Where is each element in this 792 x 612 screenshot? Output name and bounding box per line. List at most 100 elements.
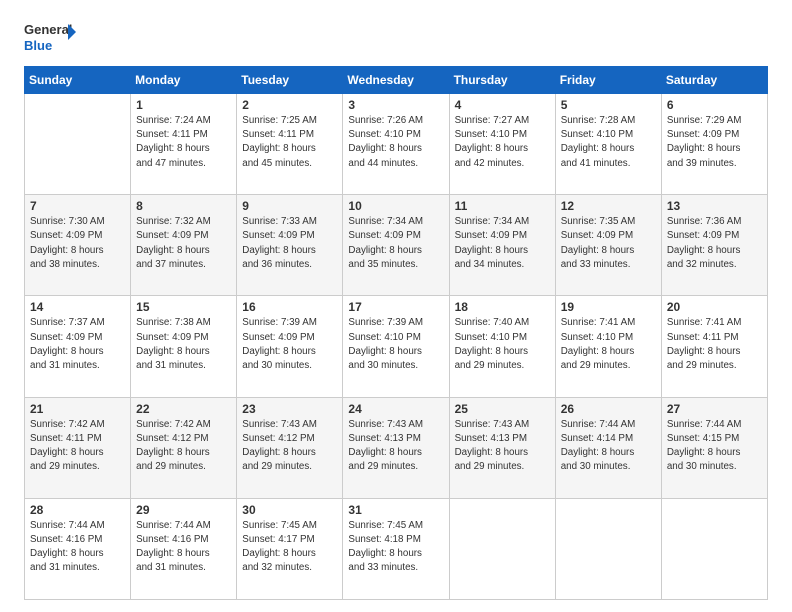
calendar-cell: 22Sunrise: 7:42 AMSunset: 4:12 PMDayligh… bbox=[131, 397, 237, 498]
day-info: Sunrise: 7:45 AMSunset: 4:18 PMDaylight:… bbox=[348, 519, 443, 576]
day-info: Sunrise: 7:28 AMSunset: 4:10 PMDaylight:… bbox=[561, 114, 656, 171]
day-number: 8 bbox=[136, 199, 231, 213]
calendar-cell: 7 Sunrise: 7:30 AMSunset: 4:09 PMDaylight… bbox=[25, 195, 131, 296]
day-number: 31 bbox=[348, 503, 443, 517]
day-number: 13 bbox=[667, 199, 762, 213]
calendar-weekday-header: Friday bbox=[555, 67, 661, 94]
calendar-cell: 14 Sunrise: 7:37 AMSunset: 4:09 PMDayligh… bbox=[25, 296, 131, 397]
day-info: Sunrise: 7:30 AMSunset: 4:09 PMDaylight:… bbox=[30, 215, 125, 272]
calendar-weekday-header: Monday bbox=[131, 67, 237, 94]
calendar-cell: 5 Sunrise: 7:28 AMSunset: 4:10 PMDaylight… bbox=[555, 94, 661, 195]
header: General Blue bbox=[24, 18, 768, 56]
day-number: 14 bbox=[30, 300, 125, 314]
svg-text:Blue: Blue bbox=[24, 38, 52, 53]
calendar-cell: 6 Sunrise: 7:29 AMSunset: 4:09 PMDaylight… bbox=[661, 94, 767, 195]
calendar-cell: 19 Sunrise: 7:41 AMSunset: 4:10 PMDayligh… bbox=[555, 296, 661, 397]
day-number: 20 bbox=[667, 300, 762, 314]
day-info: Sunrise: 7:41 AMSunset: 4:10 PMDaylight:… bbox=[561, 316, 656, 373]
logo: General Blue bbox=[24, 18, 76, 56]
day-info: Sunrise: 7:34 AMSunset: 4:09 PMDaylight:… bbox=[455, 215, 550, 272]
day-number: 25 bbox=[455, 402, 550, 416]
calendar-cell: 1 Sunrise: 7:24 AMSunset: 4:11 PMDaylight… bbox=[131, 94, 237, 195]
day-number: 29 bbox=[136, 503, 231, 517]
calendar-weekday-header: Sunday bbox=[25, 67, 131, 94]
calendar-cell: 27Sunrise: 7:44 AMSunset: 4:15 PMDayligh… bbox=[661, 397, 767, 498]
calendar-header-row: SundayMondayTuesdayWednesdayThursdayFrid… bbox=[25, 67, 768, 94]
day-info: Sunrise: 7:43 AMSunset: 4:13 PMDaylight:… bbox=[348, 418, 443, 475]
day-number: 28 bbox=[30, 503, 125, 517]
calendar-cell: 15 Sunrise: 7:38 AMSunset: 4:09 PMDayligh… bbox=[131, 296, 237, 397]
calendar-cell: 2 Sunrise: 7:25 AMSunset: 4:11 PMDaylight… bbox=[237, 94, 343, 195]
calendar-week-row: 21 Sunrise: 7:42 AMSunset: 4:11 PMDayligh… bbox=[25, 397, 768, 498]
day-info: Sunrise: 7:43 AMSunset: 4:12 PMDaylight:… bbox=[242, 418, 337, 475]
day-info: Sunrise: 7:38 AMSunset: 4:09 PMDaylight:… bbox=[136, 316, 231, 373]
calendar-cell: 11Sunrise: 7:34 AMSunset: 4:09 PMDayligh… bbox=[449, 195, 555, 296]
svg-text:General: General bbox=[24, 22, 72, 37]
day-number: 1 bbox=[136, 98, 231, 112]
day-number: 17 bbox=[348, 300, 443, 314]
day-number: 12 bbox=[561, 199, 656, 213]
day-number: 22 bbox=[136, 402, 231, 416]
day-number: 21 bbox=[30, 402, 125, 416]
day-number: 24 bbox=[348, 402, 443, 416]
day-number: 9 bbox=[242, 199, 337, 213]
calendar-cell: 28 Sunrise: 7:44 AMSunset: 4:16 PMDayligh… bbox=[25, 498, 131, 599]
day-info: Sunrise: 7:29 AMSunset: 4:09 PMDaylight:… bbox=[667, 114, 762, 171]
day-info: Sunrise: 7:45 AMSunset: 4:17 PMDaylight:… bbox=[242, 519, 337, 576]
day-number: 26 bbox=[561, 402, 656, 416]
calendar-cell: 18Sunrise: 7:40 AMSunset: 4:10 PMDayligh… bbox=[449, 296, 555, 397]
calendar-cell bbox=[25, 94, 131, 195]
calendar-cell: 12 Sunrise: 7:35 AMSunset: 4:09 PMDayligh… bbox=[555, 195, 661, 296]
calendar-weekday-header: Tuesday bbox=[237, 67, 343, 94]
calendar-cell: 31 Sunrise: 7:45 AMSunset: 4:18 PMDayligh… bbox=[343, 498, 449, 599]
calendar-cell: 3Sunrise: 7:26 AMSunset: 4:10 PMDaylight… bbox=[343, 94, 449, 195]
day-info: Sunrise: 7:39 AMSunset: 4:09 PMDaylight:… bbox=[242, 316, 337, 373]
calendar-week-row: 28 Sunrise: 7:44 AMSunset: 4:16 PMDayligh… bbox=[25, 498, 768, 599]
day-number: 18 bbox=[455, 300, 550, 314]
day-info: Sunrise: 7:25 AMSunset: 4:11 PMDaylight:… bbox=[242, 114, 337, 171]
calendar-cell bbox=[661, 498, 767, 599]
day-number: 19 bbox=[561, 300, 656, 314]
calendar-cell: 9Sunrise: 7:33 AMSunset: 4:09 PMDaylight… bbox=[237, 195, 343, 296]
logo-svg: General Blue bbox=[24, 18, 76, 56]
calendar-weekday-header: Wednesday bbox=[343, 67, 449, 94]
calendar-cell: 16Sunrise: 7:39 AMSunset: 4:09 PMDayligh… bbox=[237, 296, 343, 397]
calendar-weekday-header: Thursday bbox=[449, 67, 555, 94]
day-info: Sunrise: 7:39 AMSunset: 4:10 PMDaylight:… bbox=[348, 316, 443, 373]
calendar-cell: 25Sunrise: 7:43 AMSunset: 4:13 PMDayligh… bbox=[449, 397, 555, 498]
day-number: 23 bbox=[242, 402, 337, 416]
day-number: 7 bbox=[30, 199, 125, 213]
day-number: 4 bbox=[455, 98, 550, 112]
day-info: Sunrise: 7:34 AMSunset: 4:09 PMDaylight:… bbox=[348, 215, 443, 272]
day-info: Sunrise: 7:35 AMSunset: 4:09 PMDaylight:… bbox=[561, 215, 656, 272]
calendar-cell: 17 Sunrise: 7:39 AMSunset: 4:10 PMDayligh… bbox=[343, 296, 449, 397]
calendar-week-row: 7 Sunrise: 7:30 AMSunset: 4:09 PMDaylight… bbox=[25, 195, 768, 296]
day-info: Sunrise: 7:44 AMSunset: 4:16 PMDaylight:… bbox=[30, 519, 125, 576]
day-info: Sunrise: 7:37 AMSunset: 4:09 PMDaylight:… bbox=[30, 316, 125, 373]
day-number: 30 bbox=[242, 503, 337, 517]
calendar-cell: 29 Sunrise: 7:44 AMSunset: 4:16 PMDayligh… bbox=[131, 498, 237, 599]
day-number: 6 bbox=[667, 98, 762, 112]
calendar-cell: 10Sunrise: 7:34 AMSunset: 4:09 PMDayligh… bbox=[343, 195, 449, 296]
calendar-cell bbox=[555, 498, 661, 599]
day-info: Sunrise: 7:42 AMSunset: 4:11 PMDaylight:… bbox=[30, 418, 125, 475]
day-number: 15 bbox=[136, 300, 231, 314]
day-number: 3 bbox=[348, 98, 443, 112]
calendar-cell: 20Sunrise: 7:41 AMSunset: 4:11 PMDayligh… bbox=[661, 296, 767, 397]
calendar-table: SundayMondayTuesdayWednesdayThursdayFrid… bbox=[24, 66, 768, 600]
calendar-cell: 23 Sunrise: 7:43 AMSunset: 4:12 PMDayligh… bbox=[237, 397, 343, 498]
calendar-weekday-header: Saturday bbox=[661, 67, 767, 94]
day-info: Sunrise: 7:32 AMSunset: 4:09 PMDaylight:… bbox=[136, 215, 231, 272]
day-info: Sunrise: 7:36 AMSunset: 4:09 PMDaylight:… bbox=[667, 215, 762, 272]
day-number: 27 bbox=[667, 402, 762, 416]
day-info: Sunrise: 7:24 AMSunset: 4:11 PMDaylight:… bbox=[136, 114, 231, 171]
day-number: 5 bbox=[561, 98, 656, 112]
day-number: 2 bbox=[242, 98, 337, 112]
calendar-cell: 24 Sunrise: 7:43 AMSunset: 4:13 PMDayligh… bbox=[343, 397, 449, 498]
day-info: Sunrise: 7:27 AMSunset: 4:10 PMDaylight:… bbox=[455, 114, 550, 171]
calendar-cell: 26Sunrise: 7:44 AMSunset: 4:14 PMDayligh… bbox=[555, 397, 661, 498]
day-info: Sunrise: 7:44 AMSunset: 4:16 PMDaylight:… bbox=[136, 519, 231, 576]
page: General Blue SundayMondayTuesdayWednesda… bbox=[0, 0, 792, 612]
calendar-cell bbox=[449, 498, 555, 599]
calendar-week-row: 1 Sunrise: 7:24 AMSunset: 4:11 PMDaylight… bbox=[25, 94, 768, 195]
